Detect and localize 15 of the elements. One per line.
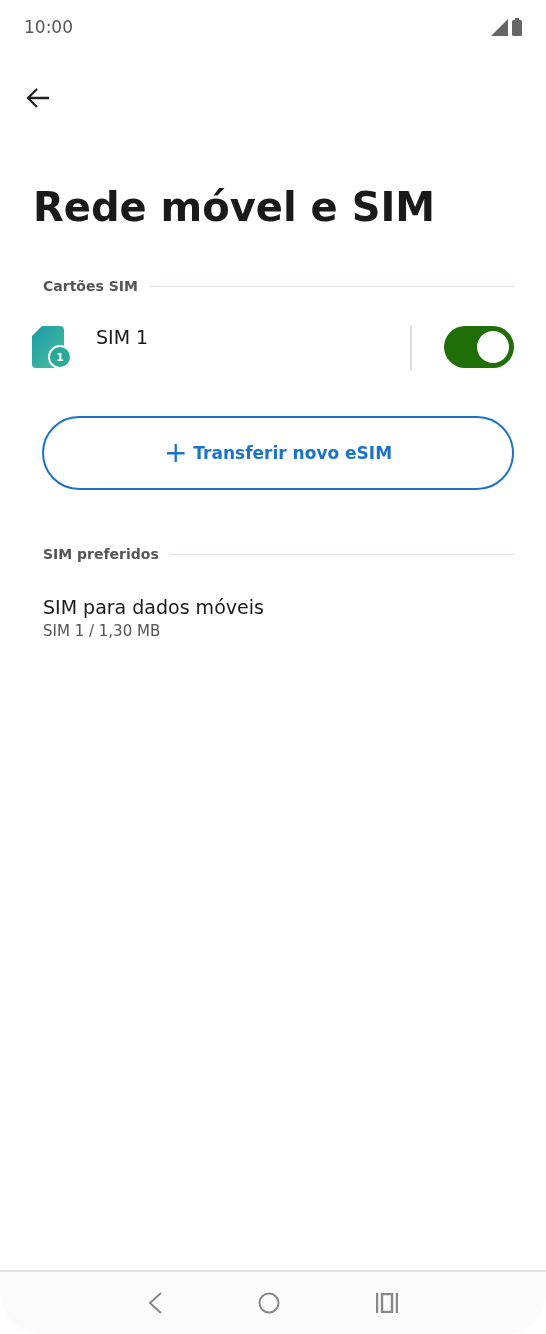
status-time: 10:00 <box>24 17 73 37</box>
setting-title[interactable]: SIM para dados móveis <box>43 596 514 618</box>
back-nav-button[interactable] <box>148 1292 162 1314</box>
section-header: SIM preferidos <box>43 546 159 562</box>
sim-number-badge: 1 <box>48 345 72 369</box>
battery-icon <box>512 18 522 36</box>
recent-apps-button[interactable] <box>376 1293 398 1313</box>
page-title: Rede móvel e SIM <box>33 184 437 230</box>
setting-value: SIM 1 / 1,30 MB <box>43 622 162 640</box>
download-esim-button[interactable]: + Transferir novo eSIM <box>42 416 514 490</box>
sim-name: SIM 1 <box>96 326 150 348</box>
sim-toggle[interactable] <box>444 326 514 368</box>
section-header: Cartões SIM <box>43 278 138 294</box>
signal-icon <box>491 18 508 36</box>
home-button[interactable] <box>258 1292 280 1314</box>
